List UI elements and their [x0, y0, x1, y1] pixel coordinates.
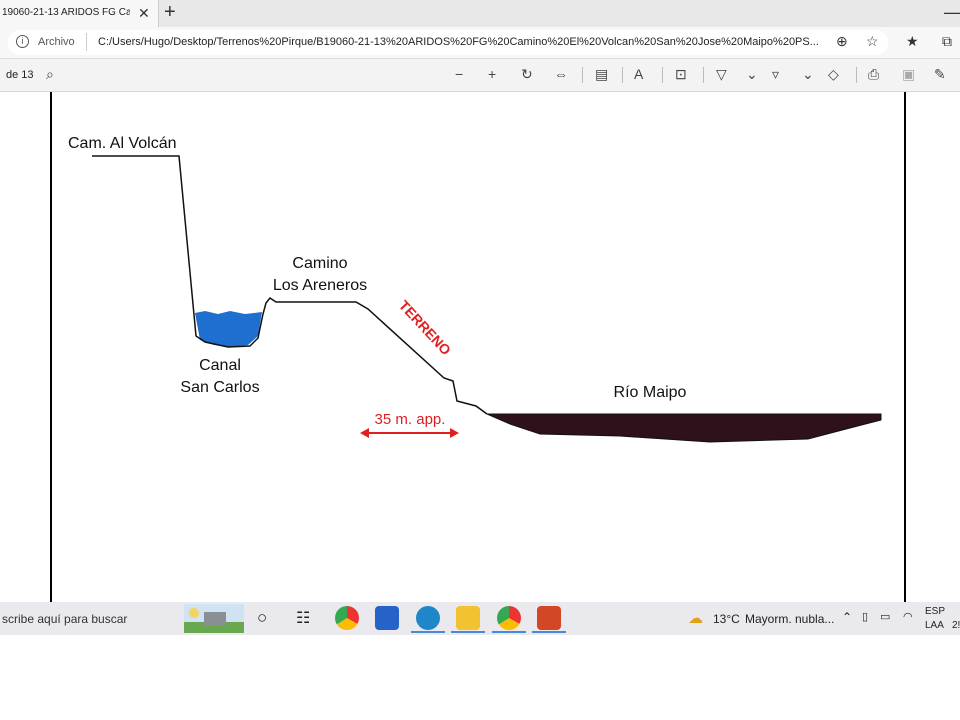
- taskbar-search-input[interactable]: scribe aquí para buscar: [2, 612, 127, 626]
- label-rio-maipo: Río Maipo: [614, 384, 687, 401]
- language-indicator[interactable]: ESP: [925, 606, 945, 617]
- wifi-icon[interactable]: ◠: [903, 610, 913, 623]
- weather-description[interactable]: Mayorm. nubla...: [745, 612, 834, 626]
- file-explorer-icon[interactable]: [456, 606, 480, 630]
- label-camino-volcan: Cam. Al Volcán: [68, 135, 177, 152]
- battery-icon[interactable]: ▭: [880, 610, 890, 623]
- weather-temperature[interactable]: 13°C: [713, 612, 740, 626]
- label-canal-1: Canal: [199, 357, 241, 374]
- task-view-icon[interactable]: ○: [257, 608, 267, 628]
- clock[interactable]: 2!: [952, 620, 960, 631]
- explorer-active-indicator: [451, 631, 485, 633]
- label-canal-2: San Carlos: [180, 379, 259, 396]
- arrow-head-right: [450, 428, 459, 438]
- arrow-head-left: [360, 428, 369, 438]
- edge-icon[interactable]: [416, 606, 440, 630]
- label-camino-areneros-1: Camino: [292, 255, 347, 272]
- label-distance: 35 m. app.: [375, 411, 446, 428]
- river-bed: [486, 413, 882, 443]
- chevron-up-icon[interactable]: ⌃: [842, 610, 852, 624]
- chrome-profile-icon[interactable]: [497, 606, 521, 630]
- chrome-active-indicator: [492, 631, 526, 633]
- chrome-icon[interactable]: [335, 606, 359, 630]
- search-highlight-image[interactable]: [184, 604, 244, 633]
- meet-now-icon[interactable]: ▯: [862, 610, 868, 623]
- keyboard-layout-indicator[interactable]: LAA: [925, 620, 944, 631]
- label-terreno: TERRENO: [396, 297, 454, 358]
- weather-icon[interactable]: ☁: [688, 609, 703, 627]
- store-icon[interactable]: [375, 606, 399, 630]
- widgets-icon[interactable]: ☷: [296, 608, 310, 628]
- edge-active-indicator: [411, 631, 445, 633]
- powerpoint-active-indicator: [532, 631, 566, 633]
- powerpoint-icon[interactable]: [537, 606, 561, 630]
- label-camino-areneros-2: Los Areneros: [273, 277, 367, 294]
